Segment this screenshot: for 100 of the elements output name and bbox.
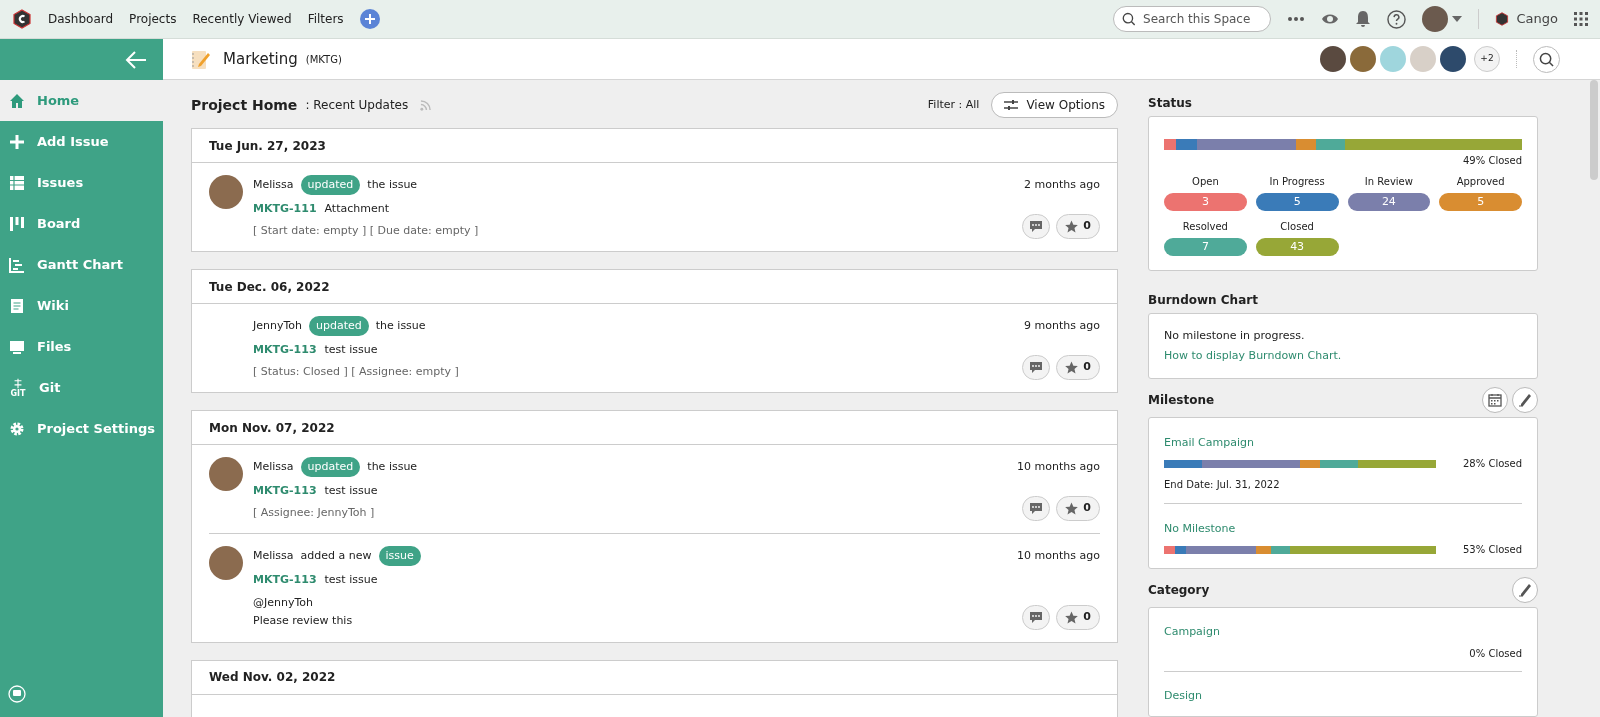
page-title: Project Home xyxy=(191,95,298,115)
monitor-icon xyxy=(9,338,25,355)
date-heading: Mon Nov. 07, 2022 xyxy=(209,419,335,437)
closed-percentage: 0% Closed xyxy=(1469,647,1522,661)
closed-percentage: 28% Closed xyxy=(1463,457,1522,471)
sidebar-item[interactable]: Wiki xyxy=(0,285,163,326)
sidebar-item[interactable]: Gantt Chart xyxy=(0,244,163,285)
search-field[interactable]: Search this Space xyxy=(1112,6,1271,32)
sidebar-item[interactable]: Home xyxy=(0,80,163,121)
sidebar-item[interactable]: Board xyxy=(0,203,163,244)
comment-button[interactable] xyxy=(1022,496,1051,521)
pencil-icon xyxy=(1518,583,1532,597)
scrollbar-thumb[interactable] xyxy=(1590,80,1598,180)
category-link[interactable]: Design xyxy=(1164,689,1202,702)
activity-text: the issue xyxy=(375,317,426,334)
issue-key-link[interactable]: MKTG-113 xyxy=(253,342,317,359)
nav-link[interactable]: Dashboard xyxy=(48,10,114,28)
star-icon xyxy=(1065,610,1079,624)
board-icon xyxy=(9,215,25,232)
logo-icon xyxy=(1494,12,1509,26)
section-title: Category xyxy=(1148,582,1210,599)
status-count[interactable]: 3 xyxy=(1164,193,1247,211)
nav-link[interactable]: Projects xyxy=(129,10,177,28)
list-icon xyxy=(9,174,25,191)
status-count[interactable]: 5 xyxy=(1255,193,1339,211)
timestamp: 9 months ago xyxy=(1024,317,1100,334)
status-count[interactable]: 24 xyxy=(1347,193,1431,211)
nav-link[interactable]: Recently Viewed xyxy=(192,10,292,28)
member-avatar[interactable] xyxy=(1350,46,1376,72)
speech-bubble-icon xyxy=(1029,220,1044,233)
change-details: [ Status: Closed ] [ Assignee: empty ] xyxy=(253,363,460,380)
speech-bubble-icon xyxy=(1029,502,1044,515)
issue-key-link[interactable]: MKTG-111 xyxy=(253,201,317,218)
more-icon[interactable] xyxy=(1286,16,1305,22)
star-icon xyxy=(1065,220,1079,233)
status-count[interactable]: 7 xyxy=(1164,238,1247,256)
star-button[interactable]: 0 xyxy=(1056,355,1100,380)
page-subtitle: : Recent Updates xyxy=(305,97,409,114)
change-details: [ Start date: empty ] [ Due date: empty ] xyxy=(253,222,480,239)
org-name[interactable]: Cango xyxy=(1516,9,1558,29)
user-name[interactable]: Melissa xyxy=(253,458,294,476)
more-members[interactable]: +2 xyxy=(1474,46,1500,72)
timestamp: 10 months ago xyxy=(1017,547,1100,564)
star-button[interactable]: 0 xyxy=(1056,496,1100,521)
star-button[interactable]: 0 xyxy=(1056,604,1100,630)
add-icon[interactable] xyxy=(359,9,380,29)
member-avatar[interactable] xyxy=(1440,46,1466,72)
activity-tag: updated xyxy=(309,315,369,337)
user-name[interactable]: Melissa xyxy=(253,547,294,565)
bell-icon[interactable] xyxy=(1354,10,1371,28)
star-button[interactable]: 0 xyxy=(1056,214,1100,239)
calendar-icon xyxy=(1488,393,1502,407)
sidebar-item[interactable]: Project Settings xyxy=(0,408,163,449)
caret-icon[interactable] xyxy=(1451,16,1462,22)
user-avatar[interactable] xyxy=(1421,6,1448,32)
category-link[interactable]: Campaign xyxy=(1164,625,1220,638)
issue-title[interactable]: test issue xyxy=(324,572,378,589)
activity-text: the issue xyxy=(367,458,418,475)
issue-title[interactable]: test issue xyxy=(324,342,378,359)
milestone-link[interactable]: No Milestone xyxy=(1164,522,1236,535)
eye-icon[interactable] xyxy=(1320,12,1339,26)
closed-percentage: 49% Closed xyxy=(1463,154,1522,168)
filter-label: Filter : All xyxy=(927,96,980,113)
date-heading: Tue Dec. 06, 2022 xyxy=(209,278,330,296)
status-label: Approved xyxy=(1456,175,1505,189)
status-label: In Review xyxy=(1364,175,1413,189)
user-name[interactable]: Melissa xyxy=(253,176,294,194)
status-label: Resolved xyxy=(1182,220,1228,234)
status-count[interactable]: 5 xyxy=(1439,193,1522,211)
status-count[interactable]: 43 xyxy=(1255,238,1339,256)
issue-title[interactable]: Attachment xyxy=(324,201,390,218)
edit-button[interactable] xyxy=(1512,387,1538,413)
sidebar-item[interactable]: Files xyxy=(0,326,163,367)
apps-grid-icon[interactable] xyxy=(1574,12,1588,26)
edit-button[interactable] xyxy=(1512,577,1538,603)
milestone-link[interactable]: Email Campaign xyxy=(1164,436,1254,449)
comment-button[interactable] xyxy=(1022,604,1051,630)
chat-icon[interactable] xyxy=(8,685,26,703)
sidebar-item[interactable]: GIT Git xyxy=(0,367,163,408)
help-icon[interactable] xyxy=(1386,9,1406,29)
help-link[interactable]: How to display Burndown Chart. xyxy=(1164,348,1342,362)
nav-link[interactable]: Filters xyxy=(307,10,344,28)
comment-button[interactable] xyxy=(1022,214,1051,239)
star-icon xyxy=(1065,361,1079,374)
comment-button[interactable] xyxy=(1022,355,1051,380)
sidebar-item[interactable]: Issues xyxy=(0,162,163,203)
issue-key-link[interactable]: MKTG-113 xyxy=(253,483,317,500)
issue-title[interactable]: test issue xyxy=(324,483,378,500)
back-arrow-icon[interactable] xyxy=(125,50,147,69)
view-options-button[interactable]: View Options xyxy=(991,92,1118,118)
member-avatar[interactable] xyxy=(1320,46,1346,72)
timestamp: 2 months ago xyxy=(1024,176,1100,193)
user-name[interactable]: JennyToh xyxy=(253,317,303,335)
project-name: Marketing xyxy=(223,48,298,70)
status-label: In Progress xyxy=(1269,175,1325,189)
sidebar-item[interactable]: Add Issue xyxy=(0,121,163,162)
plus-icon xyxy=(9,133,25,150)
issue-key-link[interactable]: MKTG-113 xyxy=(253,572,317,589)
activity-tag: updated xyxy=(300,456,361,478)
calendar-button[interactable] xyxy=(1482,387,1508,413)
